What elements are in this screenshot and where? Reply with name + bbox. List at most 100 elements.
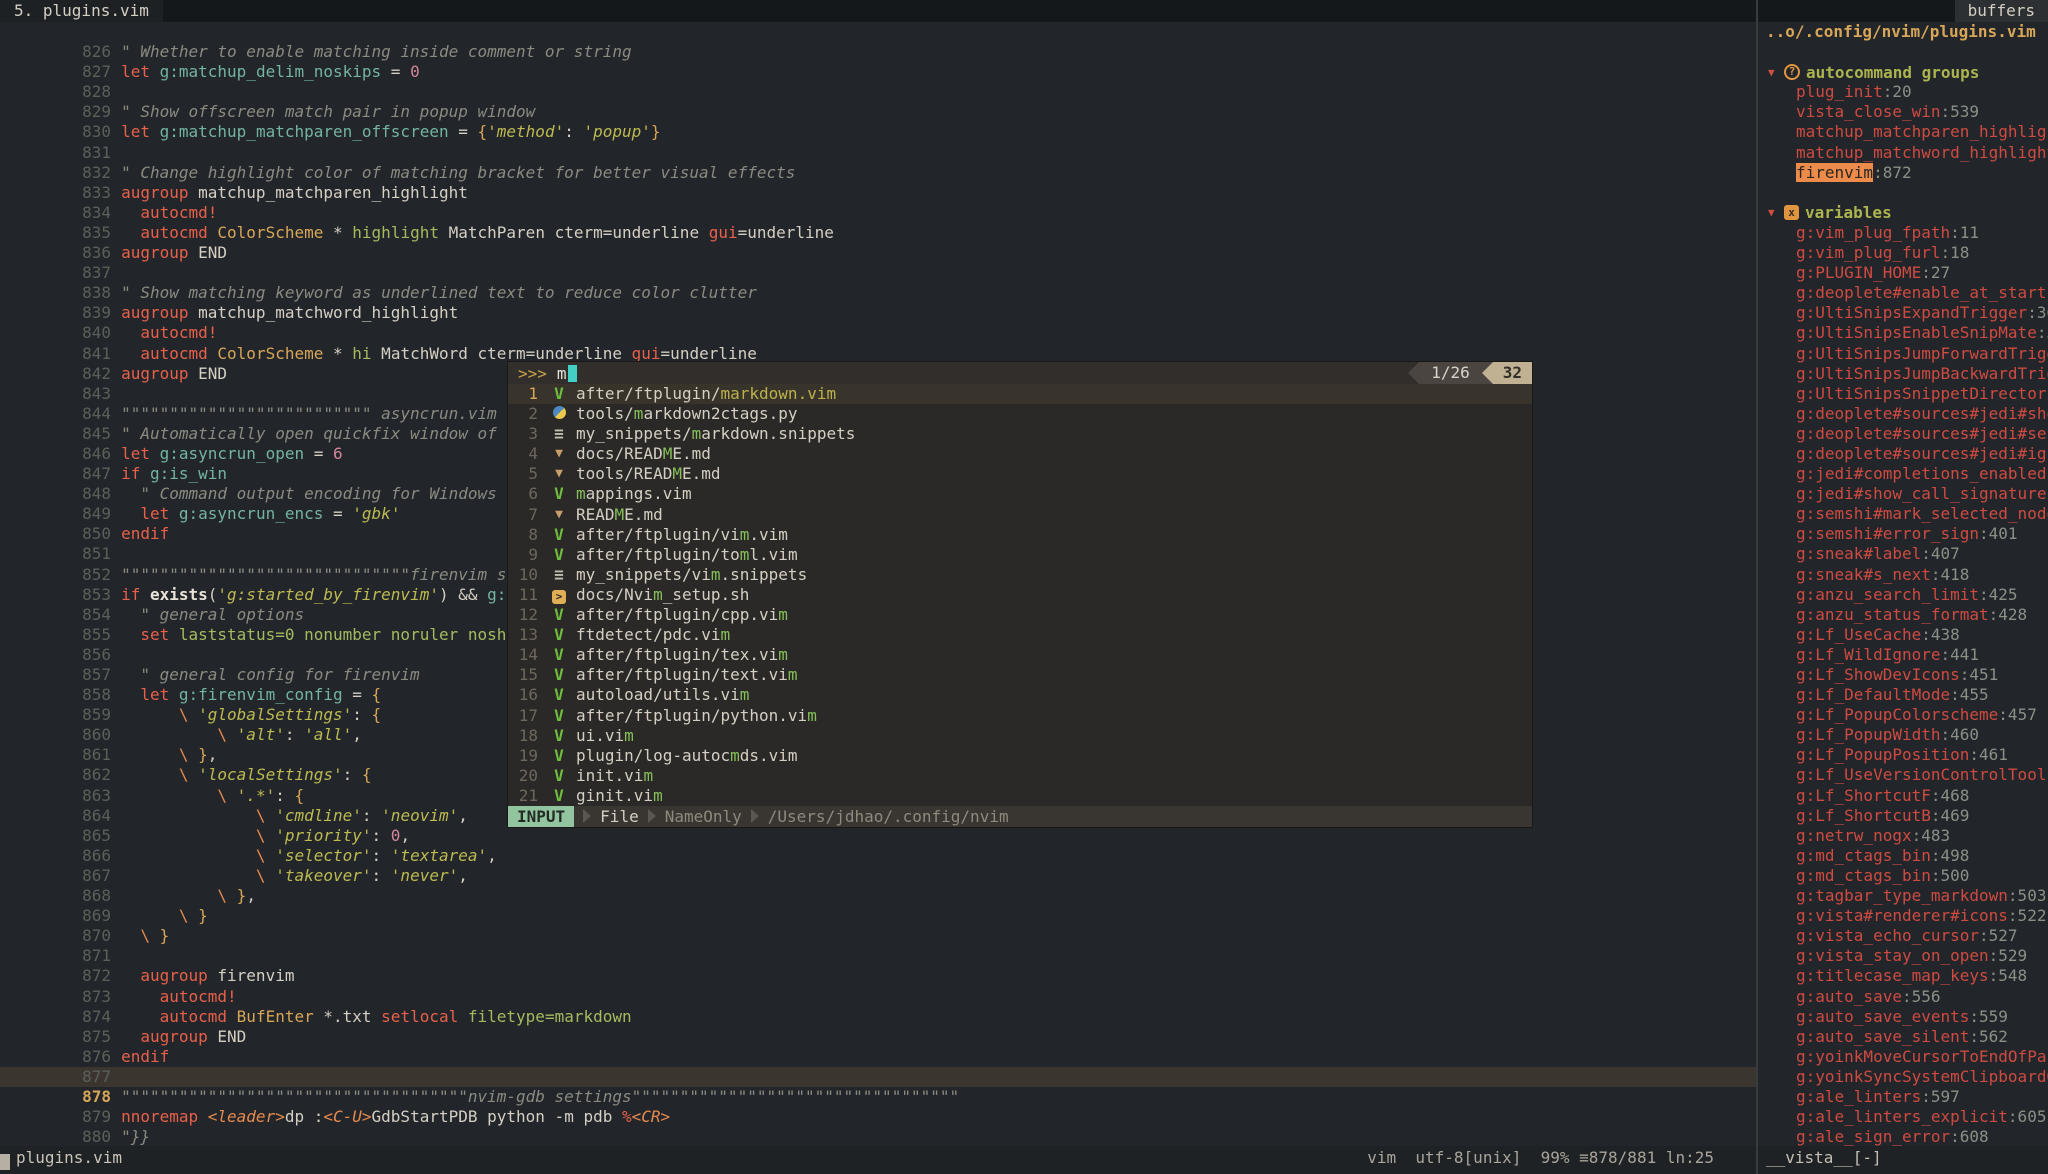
tag-item[interactable]: g:tagbar_type_markdown:503 bbox=[1758, 886, 2048, 906]
tag-item[interactable]: g:deoplete#sources#jedi#show bbox=[1758, 404, 2048, 424]
editor-line[interactable]: 838" Show matching keyword as underlined… bbox=[0, 263, 1756, 283]
tag-item[interactable]: g:Lf_DefaultMode:455 bbox=[1758, 685, 2048, 705]
editor-line[interactable]: 881"} bbox=[0, 1127, 1756, 1146]
fuzzy-result-item[interactable]: 12 V after/ftplugin/cpp.vim bbox=[508, 605, 1532, 625]
editor-line[interactable]: 829" Show offscreen match pair in popup … bbox=[0, 82, 1756, 102]
tag-item[interactable]: g:Lf_UseCache:438 bbox=[1758, 625, 2048, 645]
editor-line[interactable]: 872 augroup firenvim bbox=[0, 946, 1756, 966]
fuzzy-result-item[interactable]: 1 V after/ftplugin/markdown.vim bbox=[508, 384, 1532, 404]
editor-line[interactable]: 841 autocmd ColorScheme * hi MatchWord c… bbox=[0, 323, 1756, 343]
tag-item[interactable]: g:ale_linters_explicit:605 bbox=[1758, 1107, 2048, 1127]
fuzzy-result-item[interactable]: 16 V autoload/utils.vim bbox=[508, 685, 1532, 705]
tag-item[interactable]: g:ale_linters:597 bbox=[1758, 1087, 2048, 1107]
tag-item[interactable]: plug_init:20 bbox=[1758, 82, 2048, 102]
fuzzy-result-item[interactable]: 8 V after/ftplugin/vim.vim bbox=[508, 525, 1532, 545]
tab-buffers[interactable]: buffers bbox=[1955, 0, 2048, 22]
tag-item[interactable]: g:UltiSnipsEnableSnipMate:36 bbox=[1758, 323, 2048, 343]
tag-item[interactable]: g:anzu_search_limit:425 bbox=[1758, 585, 2048, 605]
fuzzy-result-item[interactable]: 20 V init.vim bbox=[508, 766, 1532, 786]
tag-item[interactable]: g:semshi#mark_selected_nodes bbox=[1758, 504, 2048, 524]
editor-line[interactable]: 874 autocmd BufEnter *.txt setlocal file… bbox=[0, 987, 1756, 1007]
editor-line[interactable]: 871 bbox=[0, 926, 1756, 946]
tag-item[interactable]: g:jedi#show_call_signatures: bbox=[1758, 484, 2048, 504]
search-input[interactable]: m bbox=[557, 364, 567, 383]
tag-item[interactable]: matchup_matchword_highlight: bbox=[1758, 143, 2048, 163]
tag-item[interactable]: g:jedi#completions_enabled:3 bbox=[1758, 464, 2048, 484]
tag-item[interactable]: g:deoplete#sources#jedi#igno bbox=[1758, 444, 2048, 464]
tag-item[interactable]: g:titlecase_map_keys:548 bbox=[1758, 966, 2048, 986]
editor-line[interactable]: 835 autocmd ColorScheme * highlight Matc… bbox=[0, 203, 1756, 223]
tag-item[interactable]: g:deoplete#enable_at_startup bbox=[1758, 283, 2048, 303]
tag-item[interactable]: g:auto_save_silent:562 bbox=[1758, 1027, 2048, 1047]
tag-item[interactable]: g:Lf_PopupPosition:461 bbox=[1758, 745, 2048, 765]
editor-line[interactable]: 876endif bbox=[0, 1027, 1756, 1047]
tag-item[interactable]: g:md_ctags_bin:500 bbox=[1758, 866, 2048, 886]
fuzzy-prompt-row[interactable]: >>> m 1/26 32 bbox=[508, 362, 1532, 384]
editor-line[interactable]: 826" Whether to enable matching inside c… bbox=[0, 22, 1756, 42]
editor-line[interactable]: 832" Change highlight color of matching … bbox=[0, 143, 1756, 163]
tag-item[interactable]: g:vista#renderer#icons:522 bbox=[1758, 906, 2048, 926]
tag-item[interactable]: g:netrw_nogx:483 bbox=[1758, 826, 2048, 846]
fuzzy-result-item[interactable]: 11 > docs/Nvim_setup.sh bbox=[508, 585, 1532, 605]
fuzzy-result-item[interactable]: 14 V after/ftplugin/tex.vim bbox=[508, 645, 1532, 665]
section-variables[interactable]: ▼ x variables bbox=[1758, 203, 2048, 223]
tag-item[interactable]: g:ale_sign_error:608 bbox=[1758, 1127, 2048, 1146]
tag-item[interactable]: g:Lf_WildIgnore:441 bbox=[1758, 645, 2048, 665]
tag-item[interactable]: g:Lf_ShortcutB:469 bbox=[1758, 806, 2048, 826]
tag-item[interactable]: g:md_ctags_bin:498 bbox=[1758, 846, 2048, 866]
tag-item[interactable]: g:UltiSnipsJumpBackwardTrigg bbox=[1758, 364, 2048, 384]
window-separator[interactable] bbox=[1756, 0, 1758, 1174]
tag-item[interactable]: g:UltiSnipsSnippetDirectorie bbox=[1758, 384, 2048, 404]
tag-item[interactable]: g:Lf_ShowDevIcons:451 bbox=[1758, 665, 2048, 685]
editor-line[interactable]: 869 \ } bbox=[0, 886, 1756, 906]
file-path: after/ftplugin/text.vim bbox=[576, 665, 798, 685]
editor-line[interactable]: 878""""""""""""""""""""""""""""""""""""n… bbox=[0, 1067, 1756, 1087]
tag-item[interactable]: g:yoinkSyncSystemClipboardOn bbox=[1758, 1067, 2048, 1087]
fuzzy-result-item[interactable]: 10 ≡ my_snippets/vim.snippets bbox=[508, 565, 1532, 585]
line-number: 879 bbox=[77, 1107, 111, 1127]
tag-item[interactable]: g:yoinkMoveCursorToEndOfPast bbox=[1758, 1047, 2048, 1067]
tag-item[interactable]: g:Lf_PopupColorscheme:457 bbox=[1758, 705, 2048, 725]
fuzzy-result-item[interactable]: 3 ≡ my_snippets/markdown.snippets bbox=[508, 424, 1532, 444]
section-autocommand-groups[interactable]: ▼ ? autocommand groups bbox=[1758, 62, 2048, 82]
tag-item[interactable]: g:auto_save_events:559 bbox=[1758, 1007, 2048, 1027]
code-text: \ '.*': { bbox=[121, 786, 304, 805]
fuzzy-result-item[interactable]: 15 V after/ftplugin/text.vim bbox=[508, 665, 1532, 685]
tag-item[interactable]: g:vim_plug_furl:18 bbox=[1758, 243, 2048, 263]
tab-plugins-vim[interactable]: 5. plugins.vim bbox=[0, 0, 163, 22]
tag-item[interactable]: g:UltiSnipsExpandTrigger:364 bbox=[1758, 303, 2048, 323]
fuzzy-result-item[interactable]: 9 V after/ftplugin/toml.vim bbox=[508, 545, 1532, 565]
tag-item[interactable]: g:vim_plug_fpath:11 bbox=[1758, 223, 2048, 243]
tag-item[interactable]: g:sneak#s_next:418 bbox=[1758, 565, 2048, 585]
tag-name: g:vim_plug_furl bbox=[1796, 243, 1941, 262]
fuzzy-result-item[interactable]: 7 ▼ README.md bbox=[508, 505, 1532, 525]
tag-item[interactable]: matchup_matchparen_highlight bbox=[1758, 122, 2048, 142]
tag-item[interactable]: g:semshi#error_sign:401 bbox=[1758, 524, 2048, 544]
tag-item[interactable]: vista_close_win:539 bbox=[1758, 102, 2048, 122]
fuzzy-result-item[interactable]: 5 ▼ tools/README.md bbox=[508, 464, 1532, 484]
fuzzy-result-item[interactable]: 6 V mappings.vim bbox=[508, 484, 1532, 504]
editor-line[interactable]: 870 \ } bbox=[0, 906, 1756, 926]
tag-item[interactable]: g:Lf_ShortcutF:468 bbox=[1758, 786, 2048, 806]
tag-item[interactable]: g:Lf_UseVersionControlTool:4 bbox=[1758, 765, 2048, 785]
tag-item[interactable]: g:UltiSnipsJumpForwardTrigge bbox=[1758, 344, 2048, 364]
fuzzy-result-item[interactable]: 21 V ginit.vim bbox=[508, 786, 1532, 806]
tag-item[interactable]: g:vista_stay_on_open:529 bbox=[1758, 946, 2048, 966]
fuzzy-result-item[interactable]: 18 V ui.vim bbox=[508, 726, 1532, 746]
tag-item[interactable]: g:Lf_PopupWidth:460 bbox=[1758, 725, 2048, 745]
tag-item[interactable]: g:sneak#label:407 bbox=[1758, 544, 2048, 564]
fuzzy-result-item[interactable]: 4 ▼ docs/README.md bbox=[508, 444, 1532, 464]
fuzzy-result-item[interactable]: 13 V ftdetect/pdc.vim bbox=[508, 625, 1532, 645]
tag-name: g:sneak#s_next bbox=[1796, 565, 1931, 584]
tag-item[interactable]: g:anzu_status_format:428 bbox=[1758, 605, 2048, 625]
tag-item[interactable]: g:vista_echo_cursor:527 bbox=[1758, 926, 2048, 946]
fuzzy-result-item[interactable]: 19 V plugin/log-autocmds.vim bbox=[508, 746, 1532, 766]
editor-line[interactable]: 837 bbox=[0, 243, 1756, 263]
tag-item[interactable]: g:PLUGIN_HOME:27 bbox=[1758, 263, 2048, 283]
fuzzy-result-item[interactable]: 17 V after/ftplugin/python.vim bbox=[508, 706, 1532, 726]
tag-item[interactable]: g:deoplete#sources#jedi#serv bbox=[1758, 424, 2048, 444]
tag-item[interactable]: firenvim:872 bbox=[1758, 163, 2048, 183]
editor-line[interactable]: 877 bbox=[0, 1047, 1756, 1067]
fuzzy-result-item[interactable]: 2 tools/markdown2ctags.py bbox=[508, 404, 1532, 424]
tag-item[interactable]: g:auto_save:556 bbox=[1758, 987, 2048, 1007]
